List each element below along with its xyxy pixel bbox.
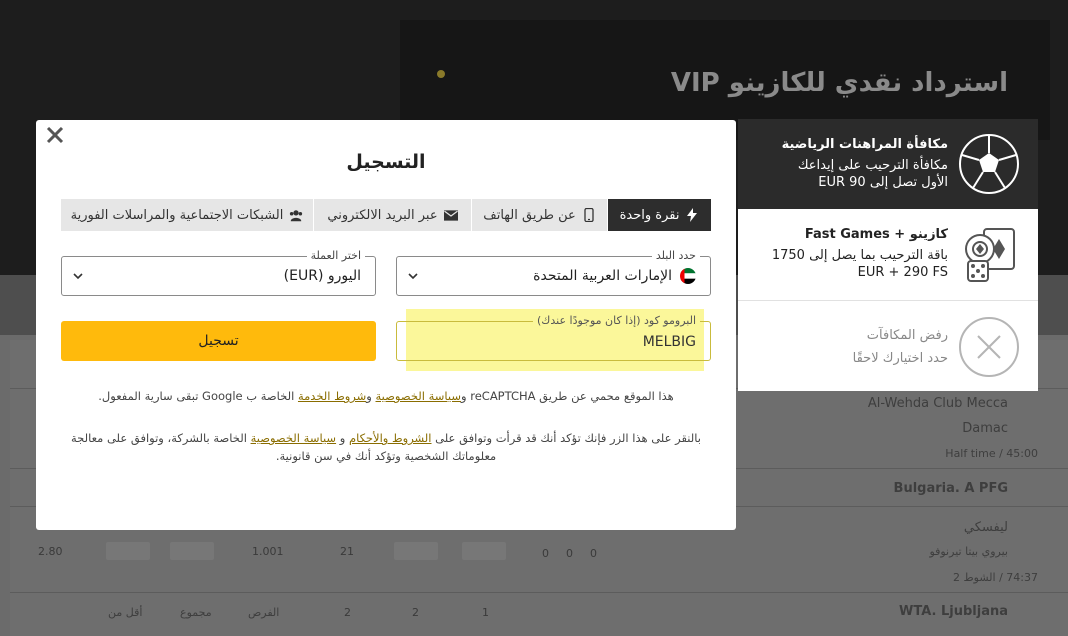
privacy-policy-link[interactable]: سياسة الخصوصية xyxy=(376,389,462,403)
country-label: حدد البلد xyxy=(651,249,700,262)
lightning-icon xyxy=(685,208,699,222)
league-name: Bulgaria. A PFG xyxy=(893,481,1008,496)
consent-line: بالنقر على هذا الزر فإنك تؤكد أنك قد قرأ… xyxy=(60,429,712,447)
score: 1 xyxy=(482,606,489,619)
recaptcha-text: هذا الموقع محمي عن طريق reCAPTCHA و xyxy=(461,389,674,403)
casino-bonus-desc-line: EUR + 290 FS xyxy=(857,265,948,280)
tab-label: الشبكات الاجتماعية والمراسلات الفورية xyxy=(70,207,284,223)
country-value: الإمارات العربية المتحدة xyxy=(533,268,672,284)
sport-bonus-title: مكافأة المراهنات الرياضية xyxy=(781,137,948,152)
odd-value: 21 xyxy=(340,545,354,558)
consent-line: معلوماتك الشخصية وتؤكد أنك في سن قانونية… xyxy=(275,449,497,463)
terms-of-service-link[interactable]: شروط الخدمة xyxy=(298,389,366,403)
bonus-selection-panel: مكافأة المراهنات الرياضية مكافأة الترحيب… xyxy=(738,119,1038,391)
football-icon xyxy=(959,134,1019,194)
close-circle-icon xyxy=(959,317,1019,377)
tab-email[interactable]: عبر البريد الالكتروني xyxy=(313,199,471,231)
modal-title: التسجيل xyxy=(346,151,426,173)
registration-method-tabs: نقرة واحدة عن طريق الهاتف عبر البريد الا… xyxy=(60,199,711,231)
market-label: الفرص xyxy=(248,606,280,619)
phone-icon xyxy=(582,208,596,222)
refuse-bonus-title: رفض المكافآت xyxy=(866,328,948,343)
country-select[interactable]: حدد البلد الإمارات العربية المتحدة xyxy=(396,249,711,296)
envelope-icon xyxy=(443,208,458,222)
tab-label: عبر البريد الالكتروني xyxy=(327,207,438,223)
banner-dot xyxy=(437,70,445,78)
casino-bonus-option[interactable]: كازينو + Fast Games باقة الترحيب بما يصل… xyxy=(738,209,1038,301)
league-name: WTA. Ljubljana xyxy=(899,604,1008,619)
tab-one-click[interactable]: نقرة واحدة xyxy=(607,199,711,231)
consent-notice: بالنقر على هذا الزر فإنك تؤكد أنك قد قرأ… xyxy=(60,429,712,465)
refuse-bonus-desc: حدد اختيارك لاحقًا xyxy=(852,351,948,366)
score: 2 xyxy=(344,606,351,619)
tab-label: نقرة واحدة xyxy=(619,207,680,223)
recaptcha-notice: هذا الموقع محمي عن طريق reCAPTCHA وسياسة… xyxy=(60,387,712,405)
score: 0 xyxy=(566,547,573,560)
market-label: مجموع xyxy=(180,606,212,619)
market-label: أقل من xyxy=(108,606,143,619)
odd-value: 2.80 xyxy=(38,545,63,558)
sport-bonus-option[interactable]: مكافأة المراهنات الرياضية مكافأة الترحيب… xyxy=(738,119,1038,209)
score: 0 xyxy=(542,547,549,560)
terms-conditions-link[interactable]: الشروط والأحكام xyxy=(349,431,432,445)
score: 2 xyxy=(412,606,419,619)
recaptcha-text: الخاصة ب Google تبقى سارية المفعول. xyxy=(98,389,298,403)
odd-cell xyxy=(462,542,506,560)
register-button[interactable]: تسجيل xyxy=(61,321,376,361)
registration-modal: التسجيل نقرة واحدة عن طريق الهاتف عبر ال… xyxy=(36,120,736,530)
odd-cell xyxy=(106,542,150,560)
close-icon[interactable] xyxy=(44,124,66,146)
score: 0 xyxy=(590,547,597,560)
tab-phone[interactable]: عن طريق الهاتف xyxy=(471,199,607,231)
team-name: Al-Wehda Club Mecca xyxy=(867,396,1008,411)
consent-text: بالنقر على هذا الزر فإنك تؤكد أنك قد قرأ… xyxy=(431,431,701,445)
users-icon xyxy=(289,208,303,222)
team-name: بيروي بيتا تيرنوفو xyxy=(929,545,1008,558)
consent-text: الخاصة بالشركة، وتوافق على معالجة xyxy=(71,431,251,445)
sport-bonus-desc-line: الأول تصل إلى 90 EUR xyxy=(818,175,948,190)
casino-chips-icon xyxy=(965,228,1015,282)
table-row-divider xyxy=(10,592,1068,593)
promo-value: MELBIG xyxy=(642,334,696,350)
refuse-bonus-option[interactable]: رفض المكافآت حدد اختيارك لاحقًا xyxy=(738,301,1038,391)
consent-text: و xyxy=(336,431,349,445)
sport-bonus-desc-line: مكافأة الترحيب على إيداعك xyxy=(797,158,948,173)
banner-title: استرداد نقدي للكازينو VIP xyxy=(670,68,1008,98)
currency-select[interactable]: اختر العملة اليورو (EUR) xyxy=(61,249,376,296)
chevron-down-icon xyxy=(73,273,83,280)
tab-social[interactable]: الشبكات الاجتماعية والمراسلات الفورية xyxy=(60,199,313,231)
chevron-down-icon xyxy=(408,273,418,280)
recaptcha-text: و xyxy=(366,389,376,403)
team-name: ليفسكي xyxy=(963,520,1008,535)
sport-bonus-desc: مكافأة الترحيب على إيداعك الأول تصل إلى … xyxy=(798,157,948,191)
promo-code-input[interactable]: البرومو كود (إذا كان موجودًا عندك) MELBI… xyxy=(396,314,711,361)
casino-bonus-desc: باقة الترحيب بما يصل إلى 1750 EUR + 290 … xyxy=(772,247,948,281)
promo-label: البرومو كود (إذا كان موجودًا عندك) xyxy=(533,314,700,327)
tab-label: عن طريق الهاتف xyxy=(483,207,576,223)
odd-cell xyxy=(394,542,438,560)
odd-cell xyxy=(170,542,214,560)
odd-value: 1.001 xyxy=(252,545,284,558)
casino-bonus-title: كازينو + Fast Games xyxy=(804,227,948,242)
company-privacy-link[interactable]: سياسة الخصوصية xyxy=(251,431,337,445)
currency-label: اختر العملة xyxy=(306,249,365,262)
team-name: Damac xyxy=(962,421,1008,436)
uae-flag-icon xyxy=(680,268,696,284)
match-status: Half time / 45:00 xyxy=(945,447,1038,460)
currency-value: اليورو (EUR) xyxy=(283,268,361,284)
casino-bonus-desc-line: باقة الترحيب بما يصل إلى 1750 xyxy=(771,248,948,263)
match-time: 74:37 / الشوط 2 xyxy=(953,571,1038,584)
country-value-wrap: الإمارات العربية المتحدة xyxy=(533,268,696,284)
